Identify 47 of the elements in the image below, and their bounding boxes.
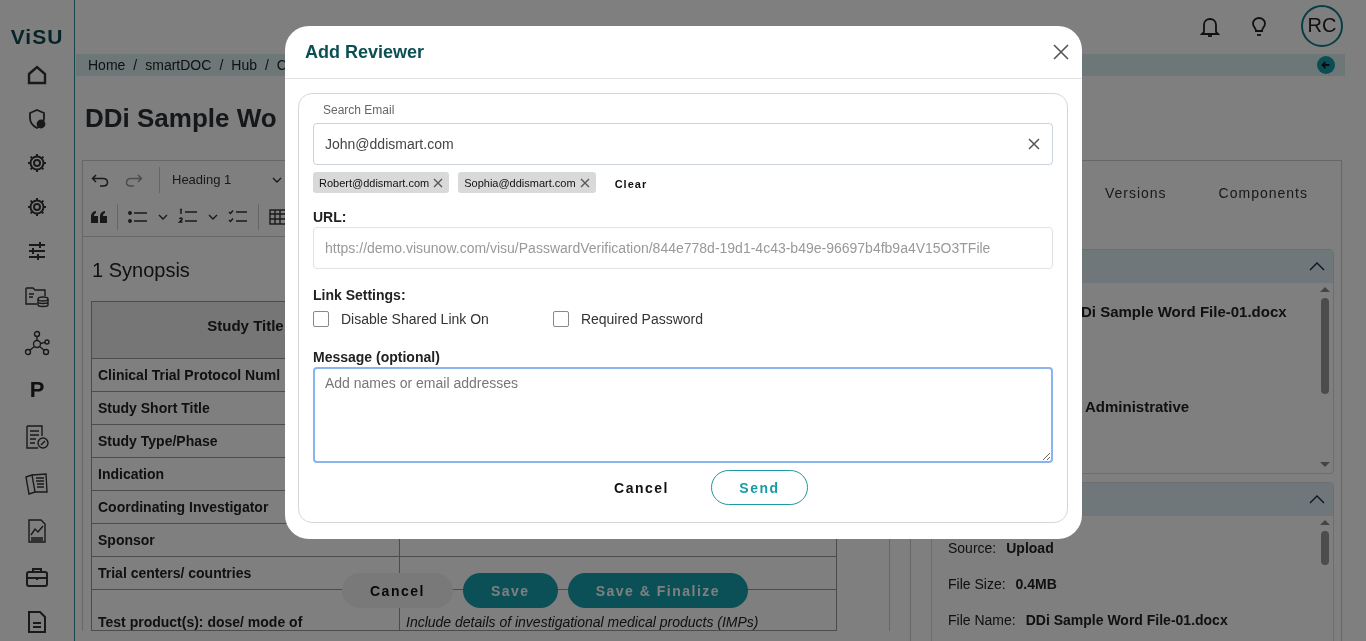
checkbox-label: Required Password (580, 311, 704, 327)
panel-tab[interactable]: Versions (1104, 185, 1167, 229)
search-email-field[interactable]: John@ddismart.com (313, 123, 1053, 165)
field-label: Source: (948, 540, 997, 556)
field-value: Upload (1006, 540, 1054, 556)
field-value: Di Sample Word File-01.docx (1081, 303, 1287, 320)
send-button[interactable]: Send (710, 470, 808, 505)
table-cell: Test product(s): dose/ mode of (98, 614, 303, 630)
field-label: Search Email (322, 102, 396, 119)
breadcrumb-link[interactable]: Home (88, 56, 126, 73)
table-cell: Include details of investigational medical products (IMPs) (406, 614, 759, 630)
field-value: 0.4MB (1015, 576, 1057, 592)
field-label: URL: (313, 209, 348, 225)
email-chip: Sophia@ddismart.com (458, 172, 596, 193)
breadcrumb-link[interactable]: Hub (231, 56, 257, 73)
breadcrumb-separator: / (219, 56, 224, 73)
breadcrumb-link[interactable]: smartDOC (145, 56, 212, 73)
field-label: File Size: (948, 576, 1006, 592)
cancel-button[interactable]: Cancel (602, 470, 681, 505)
section-label: Link Settings: (313, 287, 407, 303)
breadcrumb-separator: / (133, 56, 138, 73)
dialog-title: Add Reviewer (305, 41, 425, 63)
clear-button[interactable]: Clear (608, 178, 654, 190)
user-avatar[interactable]: RC (1301, 4, 1343, 47)
panel-tab[interactable]: Components (1218, 185, 1308, 229)
cancel-button[interactable]: Cancel (342, 573, 453, 608)
field-value: Administrative (1085, 398, 1190, 415)
table-cell: Study Short Title (98, 400, 210, 416)
page-title: DDi Sample Wo (85, 102, 277, 134)
table-cell: Indication (98, 466, 165, 482)
field-value: DDi Sample Word File-01.docx (1025, 612, 1228, 628)
save-button[interactable]: Save & Finalize (567, 573, 749, 608)
logo: ViSU (10, 24, 64, 50)
url-field[interactable]: https://demo.visunow.com/visu/PasswardVerification/844e778d-19d1-4c43-b49e-96697b4fb9a4V15O3TFile (313, 227, 1053, 269)
table-cell: Coordinating Investigator (98, 499, 269, 515)
heading-style-select[interactable]: Heading 1 (172, 172, 256, 187)
sidebar-item[interactable]: P (29, 378, 45, 402)
field-label: File Name: (948, 612, 1016, 628)
breadcrumb-separator: / (264, 56, 269, 73)
save-button[interactable]: Save (462, 573, 558, 608)
section-heading: 1 Synopsis (91, 259, 191, 282)
table-cell: Clinical Trial Protocol Numl (98, 367, 281, 383)
email-chip: Robert@ddismart.com (313, 172, 450, 193)
table-cell: Study Type/Phase (98, 433, 218, 449)
table-cell: Trial centers/ countries (98, 565, 252, 581)
table-cell: Sponsor (98, 532, 155, 548)
message-field[interactable]: Add names or email addresses (313, 367, 1053, 463)
